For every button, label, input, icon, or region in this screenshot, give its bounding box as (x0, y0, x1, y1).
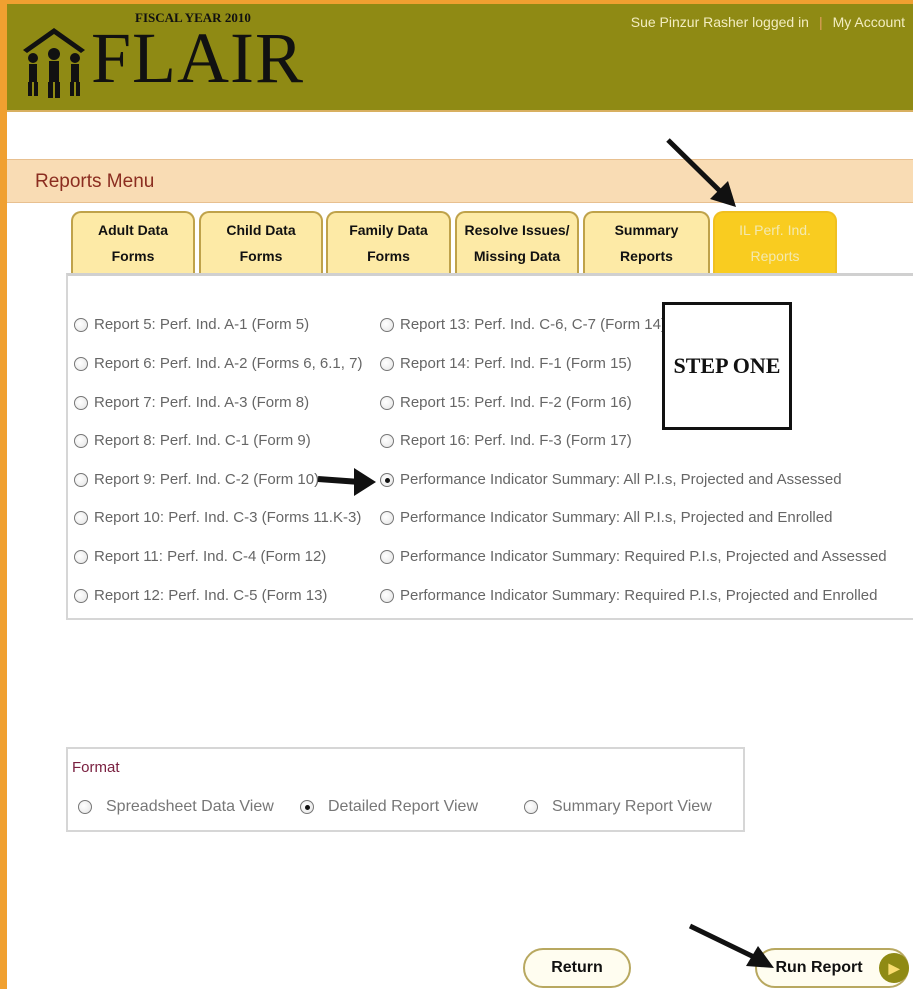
tab-adult-data-forms[interactable]: Adult Data Forms (71, 211, 195, 273)
arrow-to-run-report-icon (688, 923, 774, 968)
report-radio[interactable] (74, 395, 88, 410)
report-option-label: Report 13: Perf. Ind. C-6, C-7 (Form 14) (400, 316, 666, 333)
format-box: Format (66, 747, 745, 832)
report-radio[interactable] (74, 510, 88, 525)
format-label: Format (72, 759, 120, 776)
report-option[interactable]: Performance Indicator Summary: Required … (380, 548, 887, 565)
report-radio[interactable] (74, 317, 88, 332)
report-option[interactable]: Performance Indicator Summary: All P.I.s… (380, 509, 832, 526)
run-report-label: Run Report (775, 959, 863, 976)
format-option[interactable]: Spreadsheet Data View (78, 798, 274, 816)
report-option-label: Report 8: Perf. Ind. C-1 (Form 9) (94, 432, 311, 449)
report-option-label: Report 9: Perf. Ind. C-2 (Form 10) (94, 471, 320, 488)
page-title: Reports Menu (35, 171, 155, 192)
tab-label: Summary Reports (614, 222, 679, 264)
arrow-to-selected-report-icon (317, 468, 376, 496)
report-option-label: Report 11: Perf. Ind. C-4 (Form 12) (94, 548, 327, 565)
report-option[interactable]: Performance Indicator Summary: Required … (380, 587, 877, 604)
format-option[interactable]: Detailed Report View (300, 798, 478, 816)
logged-in-user: Sue Pinzur Rasher logged in (630, 14, 809, 30)
arrow-to-tab-icon (666, 138, 736, 207)
report-radio[interactable] (380, 395, 394, 410)
user-area: Sue Pinzur Rasher logged in | My Account (631, 14, 905, 30)
report-radio[interactable] (380, 549, 394, 564)
report-radio[interactable] (74, 588, 88, 603)
format-option-label: Spreadsheet Data View (106, 798, 274, 815)
report-option[interactable]: Report 9: Perf. Ind. C-2 (Form 10) (74, 471, 319, 488)
report-option[interactable]: Report 10: Perf. Ind. C-3 (Forms 11.K-3) (74, 509, 361, 526)
report-option-label: Report 12: Perf. Ind. C-5 (Form 13) (94, 587, 328, 604)
return-button[interactable]: Return (523, 948, 631, 988)
report-radio[interactable] (74, 472, 88, 487)
tab-child-data-forms[interactable]: Child Data Forms (199, 211, 323, 273)
report-option[interactable]: Report 6: Perf. Ind. A-2 (Forms 6, 6.1, … (74, 355, 362, 372)
report-radio[interactable] (74, 549, 88, 564)
format-radio[interactable] (524, 800, 538, 814)
tab-label: Family Data Forms (349, 222, 428, 264)
tab-label: Adult Data Forms (98, 222, 168, 264)
report-option-label: Report 14: Perf. Ind. F-1 (Form 15) (400, 355, 632, 372)
report-radio[interactable] (380, 356, 394, 371)
report-option[interactable]: Report 12: Perf. Ind. C-5 (Form 13) (74, 587, 327, 604)
report-option-label: Performance Indicator Summary: Required … (400, 548, 887, 565)
report-option[interactable]: Report 16: Perf. Ind. F-3 (Form 17) (380, 432, 632, 449)
step-one-callout: STEP ONE (662, 302, 792, 430)
report-radio[interactable] (74, 433, 88, 448)
format-option[interactable]: Summary Report View (524, 798, 712, 816)
frame-border-left (0, 0, 7, 989)
format-radio[interactable] (78, 800, 92, 814)
report-radio[interactable] (380, 588, 394, 603)
tab-il-perf-ind-reports[interactable]: IL Perf. Ind. Reports (713, 211, 837, 273)
app-header: FISCAL YEAR 2010 FLAIR Sue Pinzur Rasher… (7, 4, 913, 112)
report-option-label: Performance Indicator Summary: All P.I.s… (400, 509, 833, 526)
report-option-label: Report 5: Perf. Ind. A-1 (Form 5) (94, 316, 310, 333)
play-icon: ▶ (879, 953, 909, 983)
tab-resolve-issues[interactable]: Resolve Issues/ Missing Data (455, 211, 579, 273)
report-radio[interactable] (380, 472, 394, 487)
report-option[interactable]: Report 8: Perf. Ind. C-1 (Form 9) (74, 432, 311, 449)
report-option[interactable]: Report 14: Perf. Ind. F-1 (Form 15) (380, 355, 632, 372)
my-account-link[interactable]: My Account (833, 14, 905, 30)
report-option-label: Performance Indicator Summary: Required … (400, 587, 878, 604)
reports-menu-bar: Reports Menu (7, 159, 913, 203)
report-option-label: Report 7: Perf. Ind. A-3 (Form 8) (94, 394, 310, 411)
run-report-button[interactable]: Run Report ▶ (755, 948, 909, 988)
report-option-label: Report 16: Perf. Ind. F-3 (Form 17) (400, 432, 632, 449)
report-radio[interactable] (380, 317, 394, 332)
report-option-label: Report 6: Perf. Ind. A-2 (Forms 6, 6.1, … (94, 355, 363, 372)
format-radio[interactable] (300, 800, 314, 814)
tab-label: Resolve Issues/ Missing Data (464, 222, 570, 264)
report-radio[interactable] (74, 356, 88, 371)
header-separator: | (818, 14, 823, 30)
tab-summary-reports[interactable]: Summary Reports (583, 211, 710, 273)
report-option[interactable]: Performance Indicator Summary: All P.I.s… (380, 471, 842, 488)
return-button-label: Return (551, 959, 603, 976)
tab-label: Child Data Forms (226, 222, 296, 264)
tab-label: IL Perf. Ind. Reports (739, 222, 811, 264)
report-option[interactable]: Report 15: Perf. Ind. F-2 (Form 16) (380, 394, 632, 411)
app-logo: FLAIR (91, 18, 305, 98)
format-option-label: Summary Report View (552, 798, 712, 815)
report-radio[interactable] (380, 433, 394, 448)
report-option-label: Performance Indicator Summary: All P.I.s… (400, 471, 842, 488)
report-option[interactable]: Report 11: Perf. Ind. C-4 (Form 12) (74, 548, 326, 565)
tab-family-data-forms[interactable]: Family Data Forms (326, 211, 451, 273)
report-option[interactable]: Report 5: Perf. Ind. A-1 (Form 5) (74, 316, 309, 333)
report-option[interactable]: Report 13: Perf. Ind. C-6, C-7 (Form 14) (380, 316, 666, 333)
report-radio[interactable] (380, 510, 394, 525)
report-option-label: Report 15: Perf. Ind. F-2 (Form 16) (400, 394, 632, 411)
logo-figures-icon (23, 28, 85, 98)
report-option[interactable]: Report 7: Perf. Ind. A-3 (Form 8) (74, 394, 309, 411)
report-option-label: Report 10: Perf. Ind. C-3 (Forms 11.K-3) (94, 509, 362, 526)
format-option-label: Detailed Report View (328, 798, 479, 815)
